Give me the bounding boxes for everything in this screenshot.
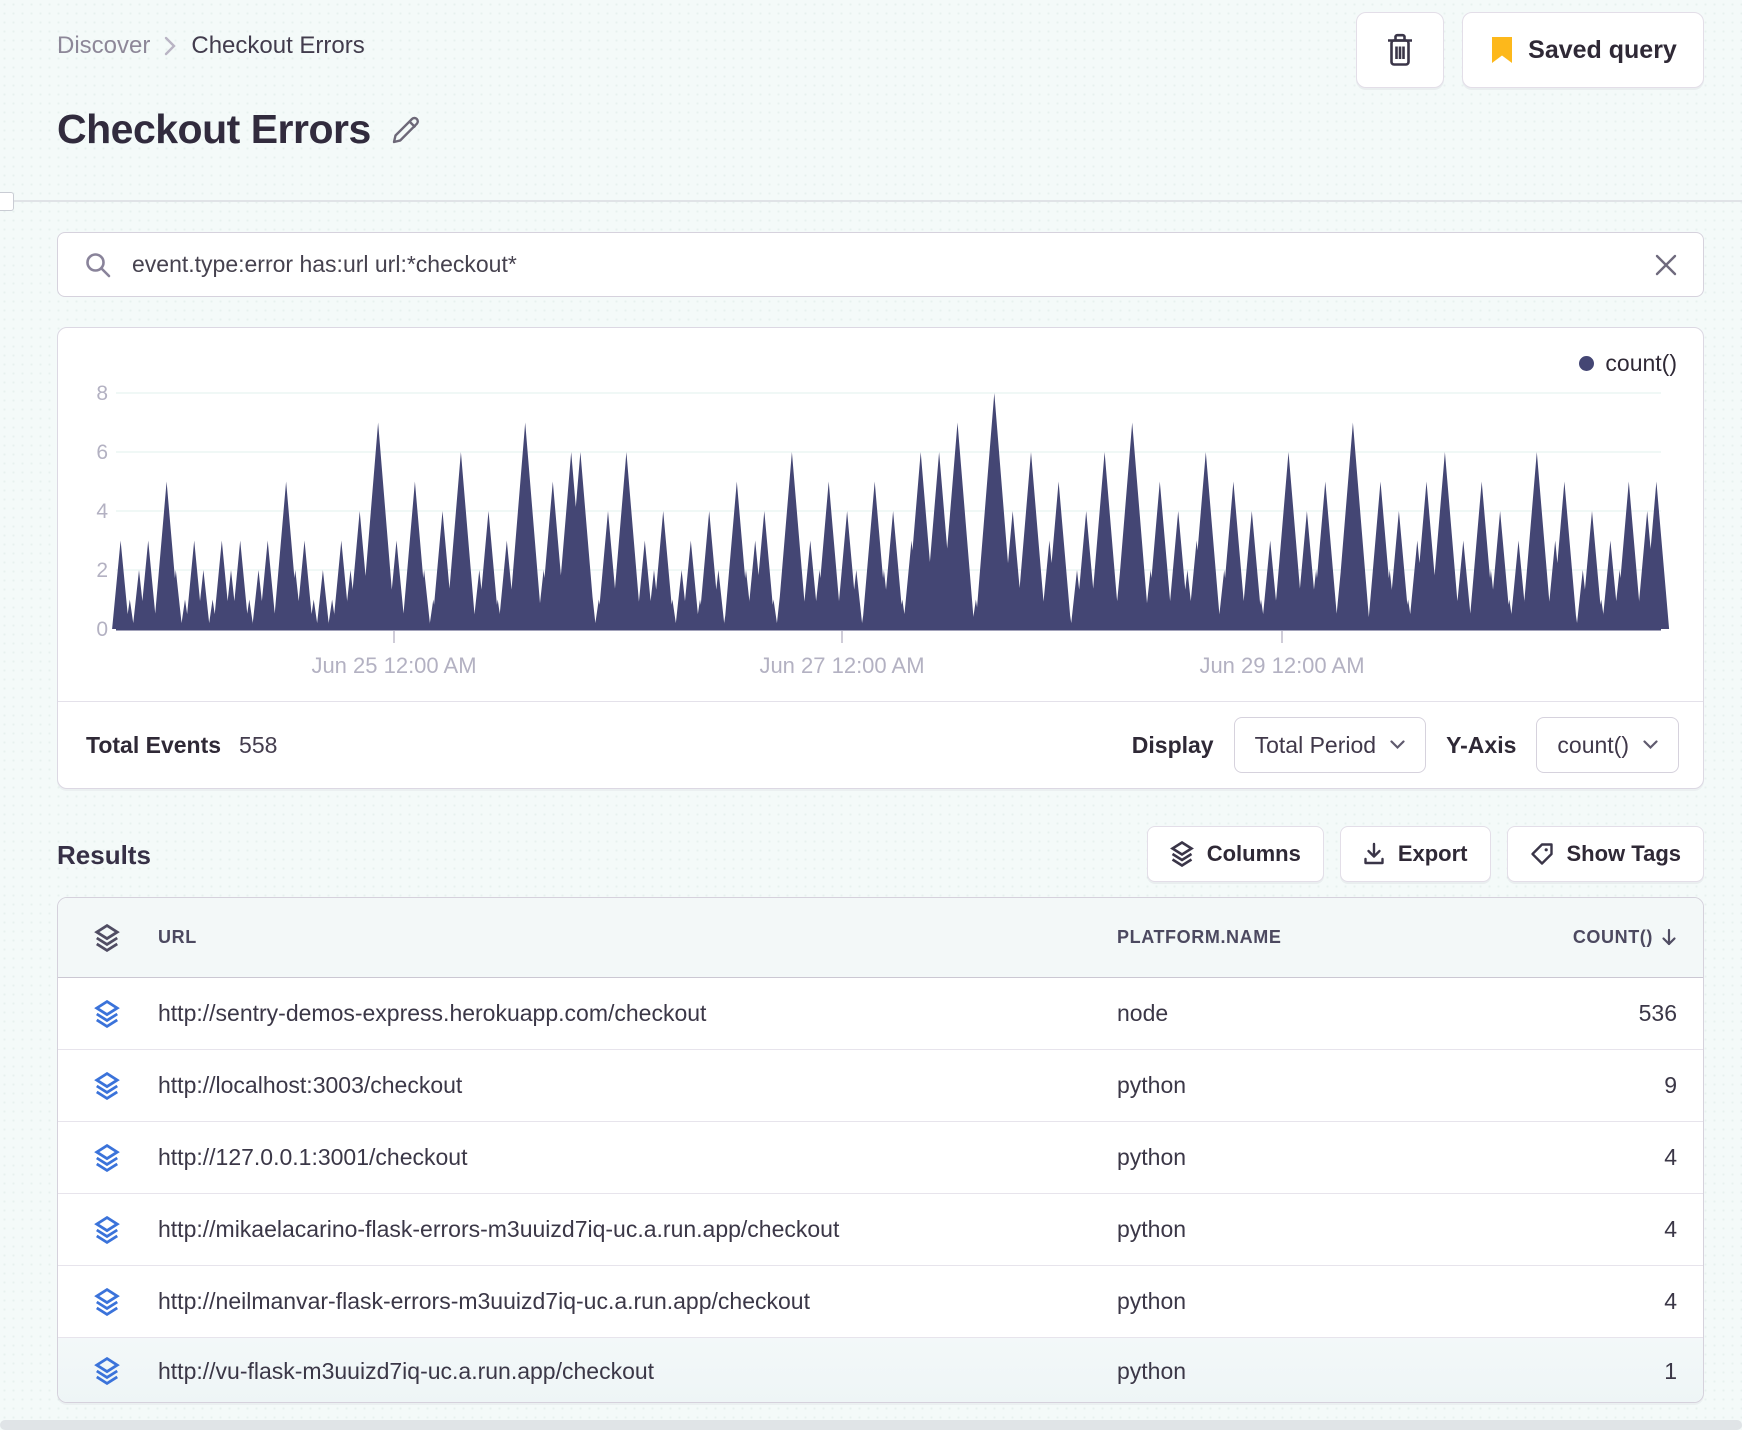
svg-text:0: 0: [96, 618, 108, 641]
trash-icon: [1382, 30, 1418, 70]
cell-platform: python: [1117, 1216, 1187, 1242]
column-header-platform[interactable]: PLATFORM.NAME: [1117, 927, 1497, 948]
cell-url[interactable]: http://vu-flask-m3uuizd7iq-uc.a.run.app/…: [158, 1358, 1117, 1385]
row-layers-icon[interactable]: [94, 1215, 158, 1244]
cell-url[interactable]: http://mikaelacarino-flask-errors-m3uuiz…: [158, 1216, 1117, 1243]
results-actions: Columns Export Show Tags: [1146, 826, 1704, 882]
cell-url[interactable]: http://neilmanvar-flask-errors-m3uuizd7i…: [158, 1288, 1117, 1315]
row-layers-icon[interactable]: [94, 1143, 158, 1172]
yaxis-label: Y-Axis: [1446, 731, 1517, 758]
table-row[interactable]: http://localhost:3003/checkout python 9: [58, 1050, 1703, 1122]
download-icon: [1363, 842, 1385, 866]
table-header-row: URL PLATFORM.NAME COUNT(): [58, 898, 1703, 978]
table-row[interactable]: http://sentry-demos-express.herokuapp.co…: [58, 978, 1703, 1050]
cell-count: 536: [1638, 1000, 1677, 1026]
saved-query-button[interactable]: Saved query: [1462, 12, 1704, 88]
sidebar-collapse-handle[interactable]: [0, 192, 14, 211]
chevron-right-icon: [164, 35, 177, 57]
edit-pencil-icon[interactable]: [389, 113, 423, 147]
header-divider: [0, 200, 1742, 202]
breadcrumb-discover-link[interactable]: Discover: [57, 32, 150, 60]
horizontal-scrollbar[interactable]: [0, 1420, 1742, 1430]
table-row[interactable]: http://mikaelacarino-flask-errors-m3uuiz…: [58, 1194, 1703, 1266]
columns-button[interactable]: Columns: [1146, 826, 1324, 882]
row-layers-icon[interactable]: [94, 999, 158, 1028]
search-icon: [84, 251, 112, 279]
export-button-label: Export: [1397, 841, 1468, 866]
cell-url[interactable]: http://sentry-demos-express.herokuapp.co…: [158, 1000, 1117, 1027]
sort-desc-arrow-icon: [1661, 928, 1677, 947]
svg-text:4: 4: [96, 500, 108, 523]
clear-search-icon[interactable]: [1655, 254, 1677, 276]
display-period-value: Total Period: [1254, 731, 1377, 758]
search-input[interactable]: [132, 251, 1635, 278]
events-area-chart: 0 2 4 6 8 Jun 25 12:00 AM Jun 27 12:00 AM Jun 2…: [96, 382, 1670, 678]
display-period-dropdown[interactable]: Total Period: [1233, 717, 1427, 773]
yaxis-dropdown[interactable]: count(): [1536, 717, 1679, 773]
events-chart-panel: count() 0 2 4 6 8 Jun 25 12:00 AM Jun 27 12:00…: [57, 327, 1704, 789]
cell-count: 4: [1664, 1216, 1677, 1242]
columns-stack-icon: [1170, 841, 1194, 867]
svg-text:Jun 27 12:00 AM: Jun 27 12:00 AM: [759, 653, 924, 678]
row-layers-icon[interactable]: [94, 1071, 158, 1100]
breadcrumb-current: Checkout Errors: [191, 32, 365, 59]
column-header-count[interactable]: COUNT(): [1497, 927, 1677, 948]
cell-count: 1: [1664, 1357, 1677, 1384]
saved-query-label: Saved query: [1528, 35, 1677, 64]
chart-footer: Total Events 558 Display Total Period Y-…: [58, 701, 1703, 788]
search-bar: [57, 232, 1704, 297]
results-table: URL PLATFORM.NAME COUNT() http://sentry-…: [57, 897, 1704, 1403]
table-row[interactable]: http://neilmanvar-flask-errors-m3uuizd7i…: [58, 1266, 1703, 1338]
show-tags-button[interactable]: Show Tags: [1506, 826, 1704, 882]
column-header-url[interactable]: URL: [158, 927, 1117, 948]
svg-text:6: 6: [96, 441, 108, 464]
yaxis-value: count(): [1557, 731, 1629, 758]
columns-button-label: Columns: [1206, 841, 1301, 866]
total-events-label: Total Events: [86, 731, 222, 758]
header-layers-icon[interactable]: [94, 923, 158, 952]
cell-platform: python: [1117, 1144, 1187, 1170]
tag-icon: [1530, 842, 1554, 866]
svg-text:2: 2: [96, 559, 108, 582]
row-layers-icon[interactable]: [94, 1287, 158, 1316]
table-row[interactable]: http://vu-flask-m3uuizd7iq-uc.a.run.app/…: [58, 1338, 1703, 1402]
row-layers-icon[interactable]: [94, 1357, 158, 1385]
cell-platform: python: [1117, 1288, 1187, 1314]
cell-count: 4: [1664, 1144, 1677, 1170]
chevron-down-icon: [1643, 740, 1658, 750]
bookmark-icon: [1489, 35, 1515, 65]
breadcrumb: Discover Checkout Errors: [57, 32, 365, 60]
table-row[interactable]: http://127.0.0.1:3001/checkout python 4: [58, 1122, 1703, 1194]
chevron-down-icon: [1390, 740, 1405, 750]
cell-count: 4: [1664, 1288, 1677, 1314]
svg-text:Jun 25 12:00 AM: Jun 25 12:00 AM: [311, 653, 476, 678]
cell-url[interactable]: http://localhost:3003/checkout: [158, 1072, 1117, 1099]
cell-count: 9: [1664, 1072, 1677, 1098]
results-heading: Results: [57, 840, 151, 870]
page-title-row: Checkout Errors: [57, 106, 423, 153]
cell-platform: python: [1117, 1357, 1187, 1384]
svg-text:Jun 29 12:00 AM: Jun 29 12:00 AM: [1199, 653, 1364, 678]
cell-url[interactable]: http://127.0.0.1:3001/checkout: [158, 1144, 1117, 1171]
page-title: Checkout Errors: [57, 106, 371, 152]
delete-query-button[interactable]: [1356, 12, 1444, 88]
show-tags-button-label: Show Tags: [1566, 841, 1682, 866]
display-label: Display: [1131, 731, 1214, 758]
svg-text:8: 8: [96, 382, 108, 405]
total-events-value: 558: [239, 731, 278, 758]
cell-platform: node: [1117, 1000, 1169, 1026]
export-button[interactable]: Export: [1339, 826, 1491, 882]
cell-platform: python: [1117, 1072, 1187, 1098]
